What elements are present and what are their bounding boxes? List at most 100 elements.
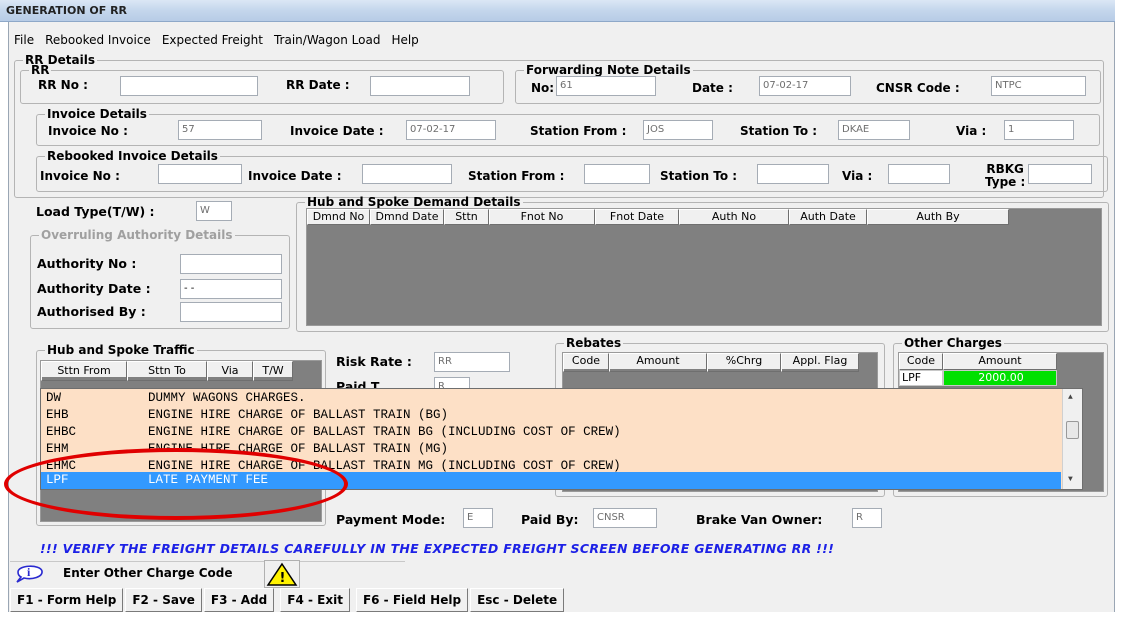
rbkg-type-label: RBKG Type : [985,163,1025,189]
col-auth-no[interactable]: Auth No [679,209,789,225]
svg-text:!: ! [280,571,286,586]
demand-grid[interactable]: Dmnd No Dmnd Date Sttn Fnot No Fnot Date… [306,208,1102,326]
dropdown-item[interactable]: EHBC ENGINE HIRE CHARGE OF BALLAST TRAIN … [41,424,1061,441]
station-from-field[interactable]: JOS [643,120,713,140]
menu-train-wagon-load[interactable]: Train/Wagon Load [274,33,380,47]
invoice-date-field[interactable]: 07-02-17 [406,120,496,140]
payment-mode-field[interactable]: E [463,508,493,528]
authorised-by-label: Authorised By : [37,304,146,319]
dropdown-item-desc: ENGINE HIRE CHARGE OF BALLAST TRAIN BG (… [148,425,621,439]
scroll-up-icon[interactable]: ▲ [1068,393,1073,402]
col-dmnd-no[interactable]: Dmnd No [307,209,370,225]
load-type-field[interactable]: W [196,201,232,221]
col-other-code[interactable]: Code [899,353,943,370]
rbkg-label-line1: RBKG [986,162,1024,176]
col-rebate-amount[interactable]: Amount [609,353,707,372]
fnote-date-field[interactable]: 07-02-17 [759,76,851,96]
authorised-by-field[interactable] [180,302,282,322]
col-tw[interactable]: T/W [253,361,293,381]
col-rebate-chrg[interactable]: %Chrg [707,353,781,372]
warning-icon: ! [264,560,300,588]
rb-invoice-no-label: Invoice No : [40,169,120,183]
col-fnot-no[interactable]: Fnot No [489,209,595,225]
f3-add-button[interactable]: F3 - Add [203,588,275,612]
authority-no-field[interactable] [180,254,282,274]
menu-help[interactable]: Help [391,33,418,47]
rb-station-to-field[interactable] [757,164,829,184]
authority-date-field[interactable]: - - [180,279,282,299]
col-sttn-from[interactable]: Sttn From [41,361,127,381]
rbkg-type-field[interactable] [1028,164,1092,184]
f2-save-button[interactable]: F2 - Save [125,588,202,612]
rb-station-from-field[interactable] [584,164,650,184]
rebates-grid-header: Code Amount %Chrg Appl. Flag [563,353,859,372]
paid-by-label: Paid By: [521,512,579,527]
via-label: Via : [956,124,987,138]
invoice-no-field[interactable]: 57 [178,120,262,140]
menu-rebooked-invoice[interactable]: Rebooked Invoice [45,33,151,47]
other-charge-code-cell[interactable]: LPF [899,370,943,386]
station-to-field[interactable]: DKAE [838,120,910,140]
f4-exit-button[interactable]: F4 - Exit [280,588,350,612]
col-rebate-code[interactable]: Code [563,353,609,372]
fnote-no-field[interactable]: 61 [556,76,656,96]
col-sttn[interactable]: Sttn [444,209,489,225]
dropdown-item-code: DW [46,391,62,405]
rb-invoice-no-field[interactable] [158,164,242,184]
col-dmnd-date[interactable]: Dmnd Date [370,209,444,225]
esc-delete-button[interactable]: Esc - Delete [470,588,565,612]
rb-invoice-date-field[interactable] [362,164,452,184]
rr-date-field[interactable] [370,76,470,96]
rb-invoice-date-label: Invoice Date : [248,169,342,183]
rb-via-field[interactable] [888,164,950,184]
brake-van-owner-label: Brake Van Owner: [696,512,823,527]
fnote-no-label: No: [531,81,555,95]
highlight-ellipse [4,448,348,520]
paid-by-field[interactable]: CNSR [593,508,657,528]
brake-van-owner-field[interactable]: R [852,508,882,528]
payment-mode-label: Payment Mode: [336,512,446,527]
function-key-bar: F1 - Form Help F2 - Save F3 - Add F4 - E… [10,588,566,612]
dropdown-item-code: EHBC [46,425,77,439]
other-charge-amount-cell[interactable]: 2000.00 [943,370,1057,386]
col-auth-by[interactable]: Auth By [867,209,1009,225]
risk-rate-label: Risk Rate : [336,354,412,369]
dropdown-item[interactable]: EHB ENGINE HIRE CHARGE OF BALLAST TRAIN (… [41,407,1061,424]
rb-via-label: Via : [842,169,873,183]
scroll-down-icon[interactable]: ▼ [1068,475,1073,484]
station-from-label: Station From : [530,124,627,138]
col-via[interactable]: Via [207,361,253,381]
risk-rate-field[interactable]: RR [434,352,510,372]
menu-expected-freight[interactable]: Expected Freight [162,33,263,47]
verify-warning-text: !!! VERIFY THE FREIGHT DETAILS CAREFULLY… [40,541,835,556]
f1-form-help-button[interactable]: F1 - Form Help [10,588,124,612]
col-fnot-date[interactable]: Fnot Date [595,209,679,225]
invoice-no-label: Invoice No : [48,124,128,138]
col-sttn-to[interactable]: Sttn To [127,361,207,381]
col-rebate-appl-flag[interactable]: Appl. Flag [781,353,859,372]
demand-grid-header: Dmnd No Dmnd Date Sttn Fnot No Fnot Date… [307,209,1009,225]
cnsr-code-field[interactable]: NTPC [991,76,1086,96]
dropdown-item-desc: ENGINE HIRE CHARGE OF BALLAST TRAIN (BG) [148,408,449,422]
menu-bar: File Rebooked Invoice Expected Freight Trai… [14,33,430,51]
invoice-date-label: Invoice Date : [290,124,384,138]
col-other-amount[interactable]: Amount [943,353,1057,370]
dropdown-item[interactable]: DW DUMMY WAGONS CHARGES. [41,390,1061,407]
dropdown-item-code: EHB [46,408,69,422]
col-auth-date[interactable]: Auth Date [789,209,867,225]
window-title: GENERATION OF RR [6,4,128,17]
rb-station-to-label: Station To : [660,169,738,183]
load-type-label: Load Type(T/W) : [36,204,155,219]
menu-file[interactable]: File [14,33,34,47]
rr-no-field[interactable] [120,76,258,96]
via-field[interactable]: 1 [1004,120,1074,140]
f6-field-help-button[interactable]: F6 - Field Help [355,588,469,612]
other-charges-grid-header: Code Amount [899,353,1057,370]
status-text: Enter Other Charge Code [63,566,233,580]
rr-no-label: RR No : [38,78,88,92]
authority-no-label: Authority No : [37,256,137,271]
dropdown-scrollbar[interactable]: ▲ ▼ [1062,389,1082,489]
title-bar: GENERATION OF RR [0,0,1115,22]
info-icon: i [16,565,43,583]
scroll-thumb[interactable] [1066,421,1079,439]
